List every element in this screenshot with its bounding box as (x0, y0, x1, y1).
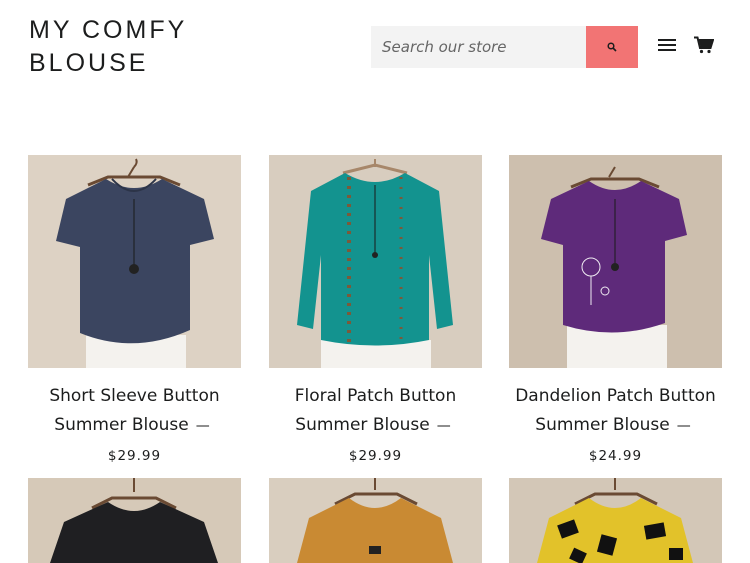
product-image[interactable] (509, 155, 722, 368)
product-card (509, 478, 722, 563)
product-title-line-1: Dandelion Patch Button (515, 386, 716, 406)
product-image[interactable] (28, 478, 241, 563)
product-image[interactable] (269, 478, 482, 563)
logo-line-2: BLOUSE (29, 49, 149, 77)
product-title[interactable]: Short Sleeve Button Summer Blouse — $29.99 (28, 382, 241, 471)
product-price: $29.99 (348, 448, 403, 464)
product-card (269, 478, 482, 563)
product-title-line-2: Summer Blouse (54, 415, 189, 435)
product-card: Short Sleeve Button Summer Blouse — $29.99 (28, 155, 241, 471)
product-title[interactable]: Dandelion Patch Button Summer Blouse — $24… (509, 382, 722, 471)
menu-icon[interactable] (658, 39, 676, 53)
product-image[interactable] (28, 155, 241, 368)
price-separator: — (436, 418, 451, 434)
product-card: Floral Patch Button Summer Blouse — $29.99 (269, 155, 482, 471)
logo-line-1: MY COMFY (29, 16, 188, 44)
product-title-line-2: Summer Blouse (295, 415, 430, 435)
store-page: MY COMFY BLOUSE Search our store Short S… (0, 0, 750, 563)
product-title[interactable]: Floral Patch Button Summer Blouse — $29.99 (269, 382, 482, 471)
product-title-line-1: Floral Patch Button (294, 386, 457, 406)
search-input[interactable] (371, 26, 586, 68)
product-card: Dandelion Patch Button Summer Blouse — $24… (509, 155, 722, 471)
product-title-line-2: Summer Blouse (535, 415, 670, 435)
store-logo[interactable]: MY COMFY BLOUSE (29, 14, 187, 80)
product-card (28, 478, 241, 563)
search-icon (607, 42, 617, 52)
cart-icon[interactable] (694, 36, 715, 54)
price-separator: — (195, 418, 210, 434)
product-image[interactable] (509, 478, 722, 563)
product-image[interactable] (269, 155, 482, 368)
search-button[interactable] (586, 26, 638, 68)
price-separator: — (676, 418, 691, 434)
search-form (371, 26, 638, 68)
product-price: $24.99 (588, 448, 643, 464)
product-title-line-1: Short Sleeve Button (49, 386, 220, 406)
product-price: $29.99 (107, 448, 162, 464)
